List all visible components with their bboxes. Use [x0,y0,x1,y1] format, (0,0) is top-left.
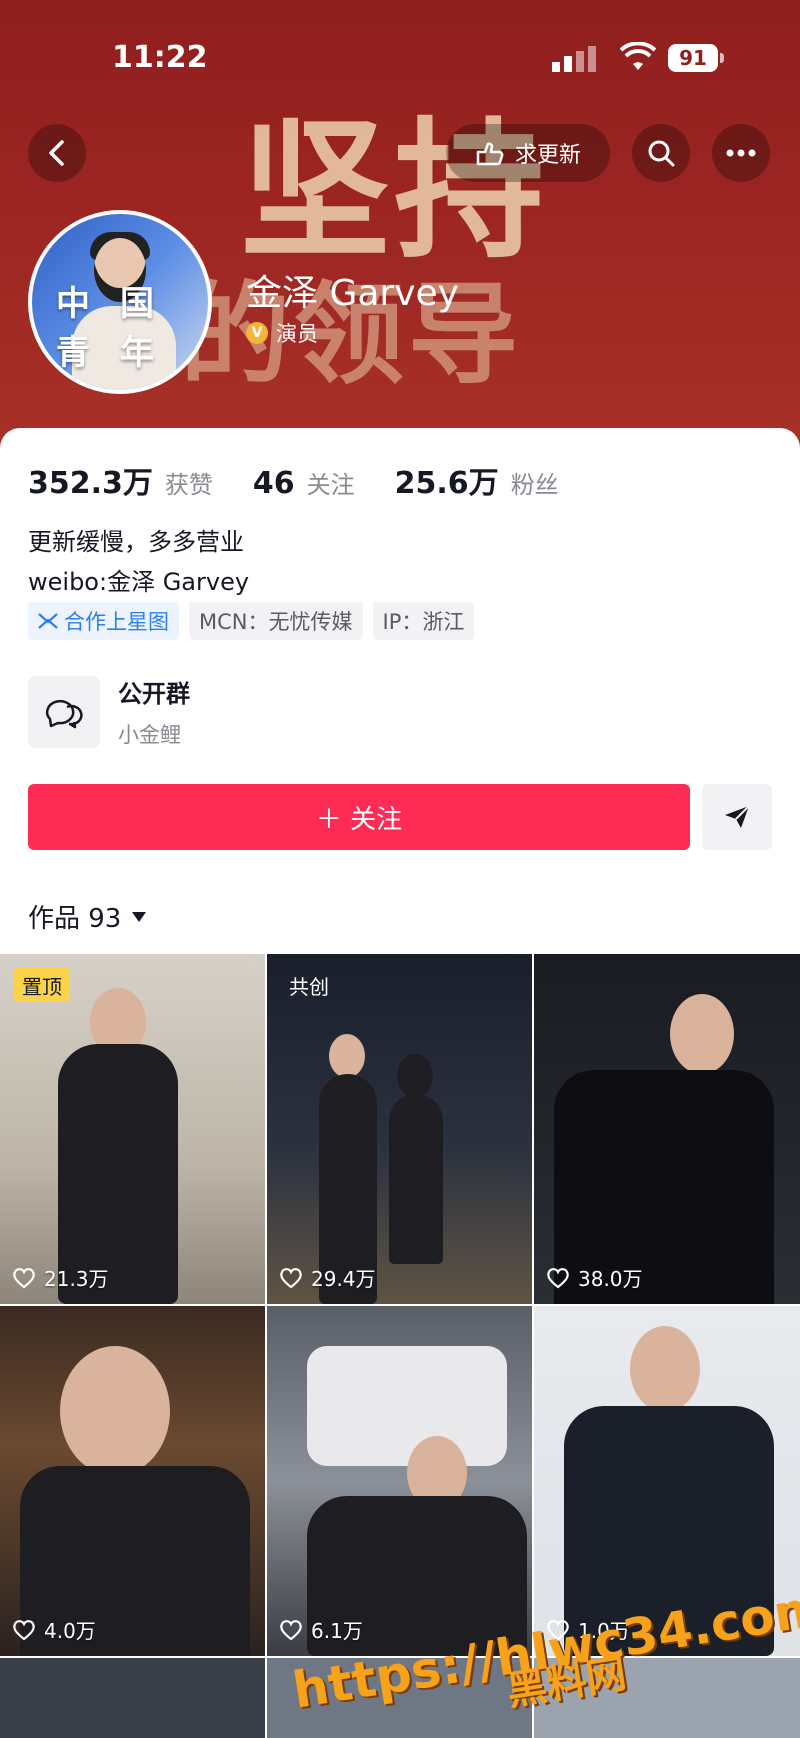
like-count: 21.3万 [12,1263,109,1292]
verification-label: 演员 [276,322,318,346]
request-update-button[interactable]: 求更新 [446,124,610,182]
group-icon-box [28,675,100,748]
wifi-icon [620,42,656,70]
bio-line-2: weibo:金泽 Garvey [28,568,250,596]
chat-bubbles-icon [45,699,83,728]
avatar-text: 中国青年 [56,284,184,373]
profile-banner: 坚持 的领导 11:22 91 求更新 中国青年 金泽 Garvey V 演员 [0,0,800,460]
likes-label: 获赞 [164,471,213,499]
tag-mcn[interactable]: MCN：无忧传媒 [189,602,363,640]
more-dots-icon [726,149,756,157]
group-title: 公开群 [118,680,190,708]
like-count: 29.4万 [279,1263,376,1292]
battery-indicator: 91 [668,44,724,72]
verification-row: V 演员 [246,318,318,348]
share-button[interactable] [702,784,772,850]
figure-head [670,994,734,1074]
cell-signal-icon [552,46,596,72]
like-count: 38.0万 [546,1263,643,1292]
co-create-badge: 共创 [289,974,329,999]
video-tile[interactable]: 38.0万 [534,954,800,1304]
more-button[interactable] [712,124,770,182]
avatar[interactable]: 中国青年 [28,210,212,394]
heart-icon [280,1619,302,1640]
heart-icon [13,1619,35,1640]
video-tile[interactable]: 6.1万 [267,1306,532,1656]
follow-button[interactable]: ＋ 关注 [28,784,690,850]
tag-ip: IP：浙江 [372,602,475,640]
heart-icon [547,1267,569,1288]
tag-row: 合作上星图 MCN：无忧传媒 IP：浙江 [28,602,475,640]
tag-ip-label: IP：浙江 [382,610,465,634]
tag-xingtu-label: 合作上星图 [64,610,169,634]
like-count-text: 38.0万 [578,1267,643,1291]
figure-head [60,1346,170,1476]
heart-icon [13,1267,35,1288]
figure-head [630,1326,700,1412]
pinned-badge: 置顶 [14,968,70,1002]
figure-head [397,1054,433,1098]
search-icon [648,140,675,167]
works-label: 作品 93 [28,904,122,934]
back-button[interactable] [28,124,86,182]
followers-label: 粉丝 [510,471,559,499]
send-icon [725,805,750,828]
like-count-text: 21.3万 [44,1267,109,1291]
like-count-text: 4.0万 [44,1619,96,1643]
likes-count[interactable]: 352.3万 [28,458,153,502]
verified-badge-icon: V [246,322,268,344]
caret-down-icon [132,911,147,922]
video-tile[interactable]: 置顶 21.3万 [0,954,265,1304]
like-count: 4.0万 [12,1615,96,1644]
video-tile[interactable]: 共创 29.4万 [267,954,532,1304]
video-tile[interactable] [0,1658,265,1738]
bio-line-1: 更新缓慢，多多营业 [28,528,244,556]
followers-count[interactable]: 25.6万 [395,458,499,502]
profile-card: 352.3万 获赞 46 关注 25.6万 粉丝 更新缓慢，多多营业 weibo… [0,428,800,1738]
user-name: 金泽 Garvey [246,273,459,314]
following-count[interactable]: 46 [253,466,295,501]
xingtu-icon [38,613,58,629]
chevron-left-icon [49,140,64,166]
tag-xingtu[interactable]: 合作上星图 [28,602,179,640]
status-time: 11:22 [112,40,208,75]
group-subtitle: 小金鲤 [118,723,181,747]
tag-mcn-label: MCN：无忧传媒 [199,610,353,634]
video-tile[interactable]: 4.0万 [0,1306,265,1656]
like-count-text: 29.4万 [311,1267,376,1291]
figure-head [329,1034,365,1078]
following-label: 关注 [306,471,355,499]
pillow-shape [307,1346,507,1466]
heart-icon [280,1267,302,1288]
stats-row: 352.3万 获赞 46 关注 25.6万 粉丝 [28,458,587,502]
request-update-label: 求更新 [514,143,581,168]
works-tab[interactable]: 作品 93 [28,898,147,935]
figure-body [389,1094,443,1264]
public-group-entry[interactable]: 公开群 小金鲤 [28,674,190,749]
search-button[interactable] [632,124,690,182]
hand-point-icon [476,142,504,166]
like-count-text: 6.1万 [311,1619,363,1643]
like-count: 6.1万 [279,1615,363,1644]
